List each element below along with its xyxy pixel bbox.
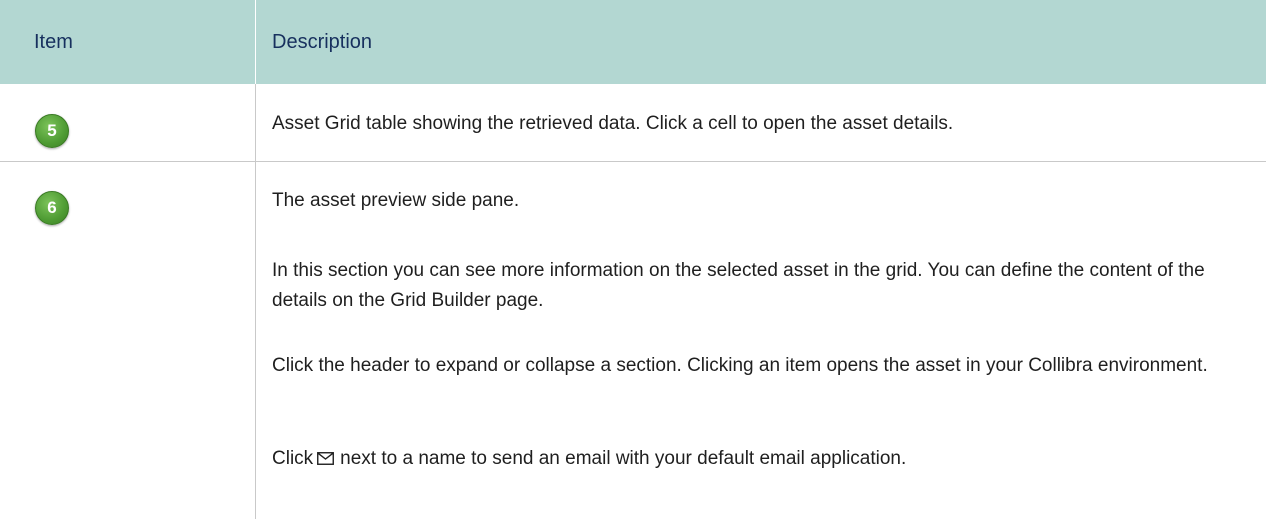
callout-badge-5: 5 xyxy=(35,114,69,148)
info-table: Item Description 5 Asset Grid table show… xyxy=(0,0,1266,519)
email-line-before: Click xyxy=(272,448,314,469)
callout-badge-6: 6 xyxy=(35,191,69,225)
row-divider xyxy=(0,161,1266,162)
envelope-icon xyxy=(317,445,335,475)
row-6-paragraph-2: In this section you can see more informa… xyxy=(272,260,1205,311)
row-6-paragraph-1: The asset preview side pane. xyxy=(272,190,520,211)
row-6-paragraph-4: Click next to a name to send an email wit… xyxy=(272,444,1252,475)
email-line-after: next to a name to send an email with you… xyxy=(340,448,907,469)
row-5-description: Asset Grid table showing the retrieved d… xyxy=(272,113,954,134)
header-divider xyxy=(255,0,256,84)
header-description: Description xyxy=(272,31,373,53)
header-item: Item xyxy=(34,31,73,53)
table-header: Item Description xyxy=(0,0,1266,84)
column-divider xyxy=(255,84,256,519)
row-6-paragraph-3: Click the header to expand or collapse a… xyxy=(272,355,1208,376)
